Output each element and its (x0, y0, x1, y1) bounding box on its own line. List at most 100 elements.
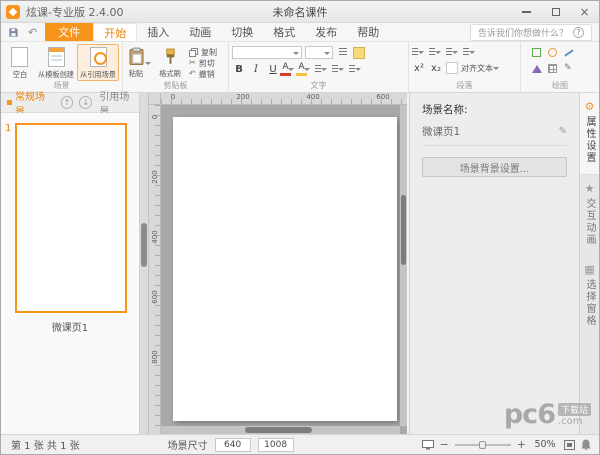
undo-button[interactable]: ↶ 撤销 (189, 69, 217, 79)
scene-height-field[interactable]: 1008 (257, 437, 294, 452)
slide-thumbnail[interactable] (15, 123, 127, 313)
align-left-button[interactable] (315, 63, 329, 75)
subscript-button[interactable]: x₂ (429, 61, 443, 75)
h-ruler-label: 0 (170, 93, 176, 101)
scene-width-field[interactable]: 640 (214, 437, 251, 452)
minimize-button[interactable] (512, 1, 541, 23)
highlight-color-button[interactable]: A (296, 61, 312, 76)
interactive-animation-label: 交互动画 (584, 198, 595, 246)
move-scene-up-button[interactable]: ↑ (60, 96, 74, 109)
bold-button[interactable]: B (232, 62, 246, 76)
italic-button[interactable]: I (249, 62, 263, 76)
tell-me-search[interactable]: 告诉我们你想做什么？ ? (469, 23, 592, 41)
new-blank-scene-button[interactable]: 空白 (4, 44, 35, 81)
scenes-panel-header: 常规场景 ↑ ↓ 引用场景 (1, 92, 139, 118)
zoom-out-button[interactable]: − (440, 439, 449, 450)
grow-font-icon (339, 48, 347, 57)
move-scene-down-button[interactable]: ↓ (79, 96, 93, 109)
tab-format[interactable]: 格式 (263, 23, 305, 41)
paste-button[interactable]: 粘贴 (126, 44, 154, 81)
slide-canvas-page[interactable] (173, 117, 397, 421)
ellipse-shape-button[interactable] (546, 46, 559, 59)
help-icon[interactable]: ? (573, 26, 584, 38)
align-center-button[interactable] (332, 63, 346, 75)
watermark-domain: .com (557, 415, 583, 427)
paragraph-group-label: 段落 (456, 81, 473, 90)
zoom-in-button[interactable]: + (517, 439, 526, 450)
page-indicator: 第 1 张 共 1 张 (11, 441, 80, 452)
align-text-button[interactable]: 对齐文本 (446, 62, 501, 74)
watermark-tag: 下载站 (557, 402, 591, 416)
superscript-button[interactable]: x² (412, 61, 426, 75)
create-from-template-button[interactable]: 从模板创建 (35, 44, 77, 81)
close-button[interactable]: × (570, 1, 599, 23)
align-center-icon (332, 64, 338, 74)
grow-font-button[interactable] (336, 47, 350, 59)
format-painter-button[interactable]: 格式刷 (154, 44, 186, 81)
scene-background-button[interactable]: 场景背景设置... (422, 157, 567, 177)
numbered-list-button[interactable] (429, 46, 443, 58)
font-color-button[interactable]: A (280, 62, 296, 76)
h-ruler-label: 200 (236, 93, 250, 101)
panel-splitter[interactable] (139, 93, 149, 434)
triangle-shape-button[interactable] (530, 62, 543, 75)
align-right-icon (349, 64, 355, 74)
format-painter-label: 格式刷 (159, 69, 181, 78)
splitter-handle[interactable] (141, 223, 147, 267)
line-spacing-button[interactable] (463, 46, 477, 58)
align-right-button[interactable] (349, 63, 363, 75)
search-hint-text: 告诉我们你想做什么？ (477, 28, 568, 39)
tab-transition[interactable]: 切换 (221, 23, 263, 41)
save-icon[interactable] (8, 27, 19, 38)
highlight-letter: A (298, 61, 305, 72)
font-family-combo[interactable] (232, 46, 302, 59)
side-tab-strip: ⚙ 属性设置 ★ 交互动画 ▦ 选择窗格 (579, 93, 599, 434)
bullet-list-button[interactable] (412, 46, 426, 58)
text-effect-button[interactable] (353, 46, 365, 59)
document-title: 未命名课件 (272, 5, 328, 19)
properties-panel: 场景名称: 微课页1 ✎ 场景背景设置... (409, 93, 579, 434)
tab-interactive-animation[interactable]: ★ 交互动画 (580, 175, 599, 256)
cut-button[interactable]: ✂ 剪切 (189, 58, 217, 68)
zoom-slider[interactable] (454, 440, 511, 449)
preview-screen-icon[interactable] (421, 439, 434, 450)
tab-help[interactable]: 帮助 (347, 23, 389, 41)
line-shape-button[interactable] (562, 46, 575, 59)
zoom-slider-thumb[interactable] (479, 440, 487, 449)
v-scroll-thumb[interactable] (401, 194, 406, 266)
tab-selection-pane[interactable]: ▦ 选择窗格 (580, 256, 599, 337)
maximize-button[interactable] (541, 1, 570, 23)
pen-tool-button[interactable]: ✎ (562, 62, 575, 75)
notification-bell-icon[interactable] (581, 439, 591, 450)
undo-arrow-icon: ↶ (189, 69, 196, 78)
scissors-icon: ✂ (189, 58, 196, 67)
grid-shape-button[interactable] (546, 62, 559, 75)
h-scroll-thumb[interactable] (244, 427, 312, 433)
ribbon-group-text: B I U A A 文字 (229, 42, 409, 92)
ribbon: 空白 从模板创建 从引用场景 场景 粘贴 格式刷 复制 ✂ 剪切 ↶ 撤销 剪贴… (1, 42, 599, 93)
rectangle-shape-button[interactable] (530, 46, 543, 59)
from-reference-scene-button[interactable]: 从引用场景 (77, 44, 119, 81)
indent-button[interactable] (446, 46, 460, 58)
ribbon-group-clipboard: 粘贴 格式刷 复制 ✂ 剪切 ↶ 撤销 剪贴板 (123, 42, 229, 92)
align-left-icon (315, 64, 321, 74)
clipboard-icon (128, 47, 144, 65)
tab-publish[interactable]: 发布 (305, 23, 347, 41)
tab-insert[interactable]: 插入 (137, 23, 179, 41)
undo-icon[interactable]: ↶ (28, 27, 37, 38)
statusbar: 第 1 张 共 1 张 场景尺寸 640 1008 − + 50% (1, 434, 599, 454)
fit-to-window-icon[interactable] (564, 439, 575, 450)
tab-file[interactable]: 文件 (45, 23, 94, 41)
canvas-vertical-scrollbar[interactable] (400, 105, 407, 426)
canvas-horizontal-scrollbar[interactable] (161, 426, 400, 434)
tab-property-settings[interactable]: ⚙ 属性设置 (580, 93, 599, 175)
edit-scene-name-icon[interactable]: ✎ (559, 126, 567, 137)
underline-button[interactable]: U (266, 62, 280, 76)
triangle-icon (531, 64, 542, 73)
tab-animation[interactable]: 动画 (179, 23, 221, 41)
titlebar: 炫课-专业版 2.4.00 未命名课件 × (1, 1, 599, 23)
font-size-combo[interactable] (305, 46, 333, 59)
tab-home[interactable]: 开始 (93, 23, 138, 41)
h-ruler-label: 400 (306, 93, 320, 101)
copy-button[interactable]: 复制 (189, 47, 217, 57)
